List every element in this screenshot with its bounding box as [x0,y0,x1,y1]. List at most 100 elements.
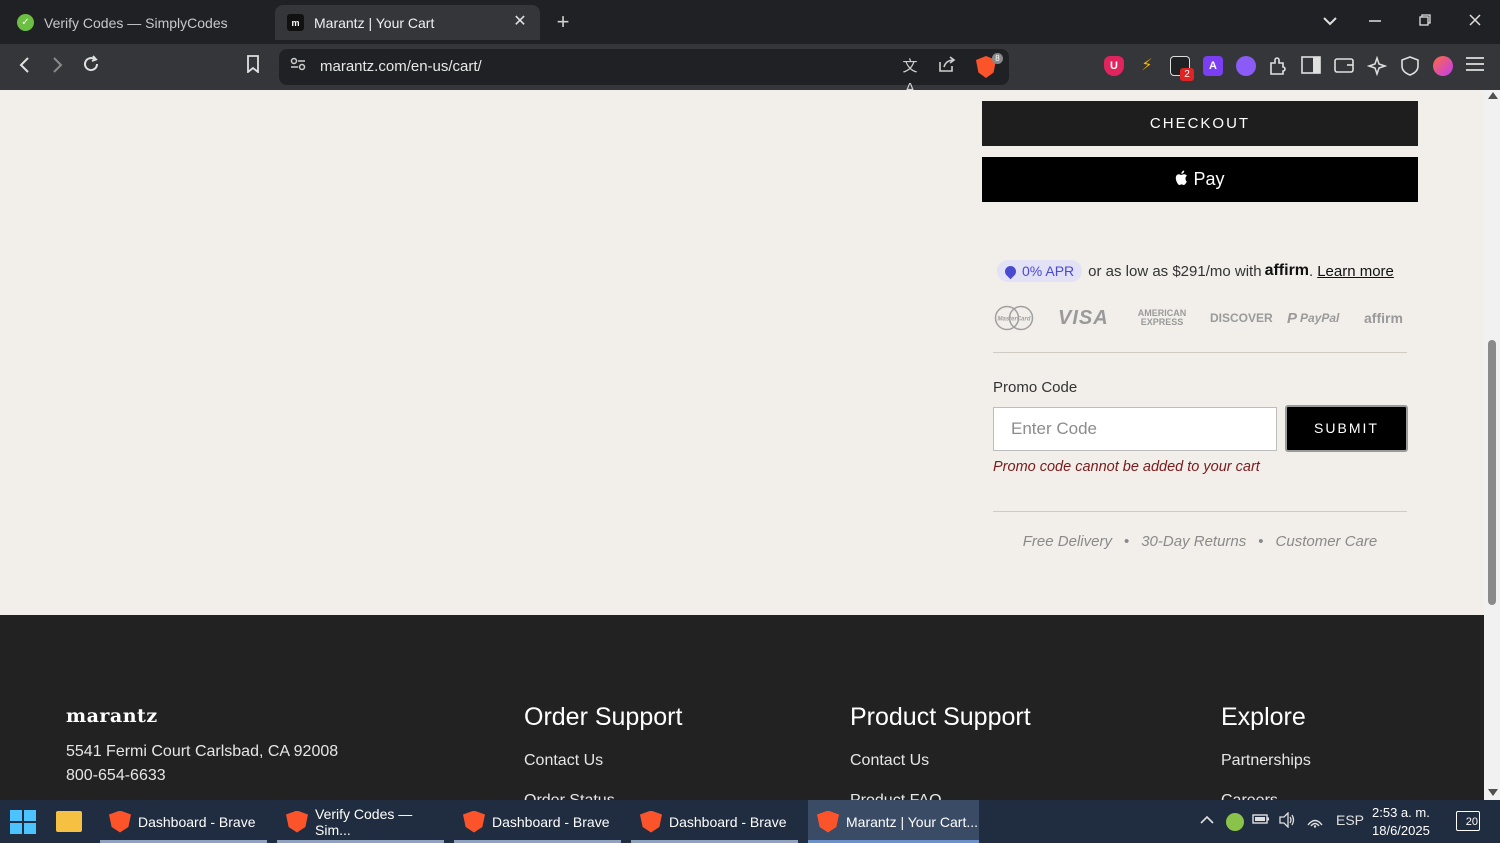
affirm-promo-line: 0% APR or as low as $291/mo with affirm.… [997,260,1394,282]
taskbar-item-dashboard-brave[interactable]: Dashboard - Brave [100,800,267,843]
sidebar-toggle-icon[interactable] [1301,56,1321,76]
ublock-extension-icon[interactable]: U [1104,56,1124,76]
tab-title: Verify Codes — SimplyCodes [44,14,228,31]
marantz-logo[interactable]: marantz [66,705,158,727]
tag-icon [1002,263,1019,279]
footer-link-product-faq[interactable]: Product FAQ [850,792,942,800]
footer-link-careers[interactable]: Careers [1221,792,1278,800]
footer-address: 5541 Fermi Court Carlsbad, CA 92008 [66,743,339,760]
brave-icon [463,810,485,833]
footer-link-order-status[interactable]: Order Status [524,792,615,800]
taskbar-item-dashboard-brave[interactable]: Dashboard - Brave [454,800,621,843]
extension-badge: 2 [1180,68,1194,81]
clock-date: 18/6/2025 [1372,823,1430,838]
leo-ai-icon[interactable] [1366,55,1388,77]
file-explorer-icon[interactable] [56,811,82,832]
honey-extension-icon[interactable]: ⚡ [1137,56,1157,76]
footer-heading-order-support: Order Support [524,703,683,731]
reload-icon[interactable] [77,53,105,81]
svg-text:MasterCard: MasterCard [997,317,1030,323]
back-arrow-icon[interactable] [11,53,39,81]
forward-arrow-icon[interactable] [43,53,71,81]
taskbar-item-verify-codes[interactable]: Verify Codes — Sim... [277,800,444,843]
share-icon[interactable] [935,56,959,78]
apple-logo-icon [1175,158,1188,203]
show-hidden-icons-chevron-icon[interactable] [1200,812,1214,828]
taskbar-item-marantz-cart[interactable]: Marantz | Your Cart... [808,800,979,843]
apr-label: 0% APR [1022,263,1075,279]
visa-logo: VISA [1058,306,1109,329]
divider [993,352,1407,353]
site-info-icon[interactable] [287,56,309,78]
minimize-button[interactable] [1360,8,1390,36]
paypal-wordmark: PayPal [1300,311,1340,325]
promo-code-input[interactable] [993,407,1277,451]
battery-icon[interactable] [1252,812,1270,829]
a-extension-icon[interactable]: A [1203,56,1223,76]
tab-search-chevron-icon[interactable] [1315,8,1345,36]
page-scrollbar[interactable] [1484,90,1500,800]
menu-hamburger-icon[interactable] [1465,56,1485,76]
shields-count-badge: 8 [992,53,1003,64]
promo-submit-button[interactable]: SUBMIT [1285,405,1408,452]
simplycodes-favicon-icon: ✓ [17,14,34,31]
close-tab-icon[interactable]: ✕ [510,12,530,32]
taskbar-item-label: Dashboard - Brave [669,813,787,830]
separator: • [1258,533,1264,550]
taskbar-item-label: Marantz | Your Cart... [846,813,979,830]
brave-icon [640,810,662,833]
checkout-button[interactable]: CHECKOUT [982,101,1418,146]
taskbar-item-dashboard-brave[interactable]: Dashboard - Brave [631,800,798,843]
wallet-icon[interactable] [1334,56,1354,76]
benefit-returns: 30-Day Returns [1141,533,1247,550]
footer-phone[interactable]: 800-654-6633 [66,767,166,785]
taskbar-item-label: Dashboard - Brave [138,813,256,830]
scroll-down-arrow-icon[interactable] [1488,789,1498,796]
footer-link-contact-us[interactable]: Contact Us [524,752,603,770]
url-text[interactable]: marantz.com/en-us/cart/ [320,58,482,75]
restore-button[interactable] [1410,8,1440,36]
tab-verify-codes[interactable]: ✓ Verify Codes — SimplyCodes [17,5,267,40]
input-language-indicator[interactable]: ESP [1336,812,1364,828]
divider [993,511,1407,512]
purple-circle-extension-icon[interactable] [1236,56,1256,76]
separator: • [1123,533,1130,550]
tray-app-icon[interactable] [1226,813,1244,831]
vpn-shield-icon[interactable] [1400,56,1420,76]
new-tab-button[interactable]: + [551,10,575,34]
footer-link-contact-us[interactable]: Contact Us [850,752,929,770]
tab-marantz-cart[interactable]: m Marantz | Your Cart ✕ [275,5,540,40]
apple-pay-label: Pay [1188,169,1225,189]
footer-heading-explore: Explore [1221,703,1306,731]
bookmark-icon[interactable] [239,53,267,81]
mastercard-logo: MasterCard [993,305,1035,331]
learn-more-link[interactable]: Learn more [1317,263,1394,280]
translate-icon[interactable]: 文A [898,56,922,97]
site-footer: marantz 5541 Fermi Court Carlsbad, CA 92… [0,615,1484,800]
scrollbar-thumb[interactable] [1488,340,1496,605]
volume-icon[interactable] [1278,811,1296,831]
address-bar[interactable]: marantz.com/en-us/cart/ 文A 8 [279,49,1009,97]
footer-heading-product-support: Product Support [850,703,1031,731]
extensions-puzzle-icon[interactable] [1268,56,1288,76]
windows-start-icon[interactable] [10,810,36,834]
benefit-customer-care: Customer Care [1275,533,1378,550]
tab-title: Marantz | Your Cart [314,14,435,31]
taskbar-item-label: Dashboard - Brave [492,813,610,830]
clock-time: 2:53 a. m. [1372,805,1430,820]
rewards-icon[interactable] [1433,56,1453,76]
notification-center-icon[interactable]: 20 [1456,811,1480,831]
brave-icon [109,810,131,833]
apple-pay-button[interactable]: Pay [982,157,1418,202]
system-clock[interactable]: 2:53 a. m. 18/6/2025 [1372,804,1430,840]
marantz-favicon-icon: m [287,14,304,31]
browser-toolbar: marantz.com/en-us/cart/ 文A 8 U ⚡ 2 A [0,44,1500,97]
wifi-icon[interactable] [1306,812,1324,831]
benefit-free-delivery: Free Delivery [1022,533,1112,550]
discover-logo: DISCOVER [1210,311,1273,325]
close-window-button[interactable] [1460,8,1490,36]
browser-tabstrip: ✓ Verify Codes — SimplyCodes m Marantz |… [0,0,1500,44]
footer-link-partnerships[interactable]: Partnerships [1221,752,1311,770]
scroll-up-arrow-icon[interactable] [1488,92,1498,99]
windows-taskbar: Dashboard - Brave Verify Codes — Sim... … [0,800,1500,843]
